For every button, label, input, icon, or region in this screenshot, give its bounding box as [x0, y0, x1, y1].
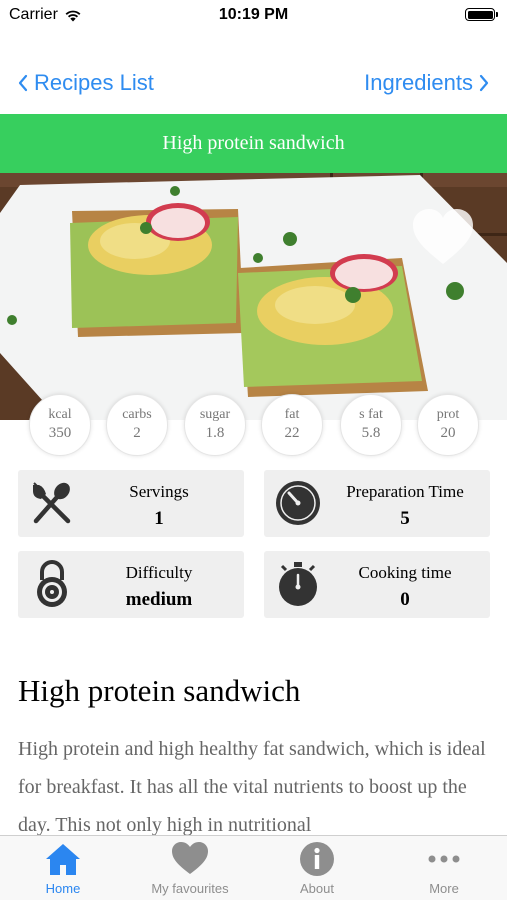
fork-spoon-icon	[33, 482, 71, 524]
nutrition-row: kcal 350 carbs 2 sugar 1.8 fat 22 s fat …	[0, 394, 507, 456]
nutrition-label: carbs	[122, 407, 152, 422]
nutrition-sugar: sugar 1.8	[184, 394, 246, 456]
cooking-time-card: Cooking time 0	[264, 551, 490, 618]
difficulty-label: Difficulty	[125, 563, 193, 582]
home-icon	[46, 844, 80, 875]
timer-dial-icon	[276, 481, 320, 525]
recipe-description: High protein and high healthy fat sandwi…	[18, 738, 486, 836]
nutrition-label: prot	[436, 407, 460, 422]
tab-label: More	[429, 881, 459, 896]
info-icon	[300, 842, 334, 876]
preparation-time-card: Preparation Time 5	[264, 470, 490, 537]
nutrition-fat: fat 22	[261, 394, 323, 456]
nutrition-value: 350	[48, 425, 72, 441]
nutrition-label: s fat	[359, 407, 383, 422]
tab-more[interactable]: More	[381, 836, 507, 901]
ingredients-button-label: Ingredients	[364, 70, 473, 95]
preparation-time-label: Preparation Time	[346, 482, 464, 501]
stopwatch-icon	[279, 562, 317, 606]
tab-label: About	[300, 881, 334, 896]
back-button[interactable]: Recipes List	[18, 70, 154, 96]
back-button-label: Recipes List	[34, 70, 154, 95]
nutrition-label: sugar	[199, 407, 231, 422]
tab-about[interactable]: About	[254, 836, 380, 901]
nutrition-label: fat	[284, 407, 300, 422]
battery-icon	[465, 8, 498, 21]
cooking-time-label: Cooking time	[358, 563, 452, 582]
tab-home[interactable]: Home	[0, 836, 126, 901]
tab-my-favourites[interactable]: My favourites	[127, 836, 253, 901]
nutrition-carbs: carbs 2	[106, 394, 168, 456]
more-icon	[428, 855, 460, 863]
nutrition-label: kcal	[48, 407, 72, 422]
recipe-title-bar: High protein sandwich	[0, 114, 507, 173]
nutrition-value: 22	[284, 425, 300, 441]
servings-value: 1	[154, 508, 164, 529]
heart-icon	[172, 842, 208, 874]
nutrition-protein: prot 20	[417, 394, 479, 456]
tab-label: My favourites	[151, 881, 229, 896]
servings-card: Servings 1	[18, 470, 244, 537]
nutrition-value: 2	[133, 425, 141, 441]
tab-label: Home	[45, 881, 81, 896]
ingredients-button[interactable]: Ingredients	[364, 70, 489, 96]
status-time: 10:19 PM	[218, 6, 289, 23]
nutrition-kcal: kcal 350	[29, 394, 91, 456]
preparation-time-value: 5	[400, 508, 410, 529]
difficulty-value: medium	[125, 589, 193, 610]
servings-label: Servings	[129, 482, 189, 501]
chevron-left-icon	[18, 74, 28, 92]
nutrition-value: 20	[440, 425, 456, 441]
recipe-heading: High protein sandwich	[18, 673, 301, 708]
status-bar: Carrier 10:19 PM	[0, 0, 507, 30]
chevron-right-icon	[479, 74, 489, 92]
nutrition-value: 1.8	[205, 425, 225, 441]
combination-lock-icon	[37, 560, 67, 607]
tab-bar: Home My favourites About More	[0, 835, 507, 900]
difficulty-card: Difficulty medium	[18, 551, 244, 618]
cooking-time-value: 0	[400, 589, 410, 610]
recipe-title: High protein sandwich	[162, 132, 345, 154]
nutrition-sat-fat: s fat 5.8	[340, 394, 402, 456]
nutrition-value: 5.8	[361, 425, 381, 441]
favourite-heart-icon[interactable]	[411, 208, 475, 268]
